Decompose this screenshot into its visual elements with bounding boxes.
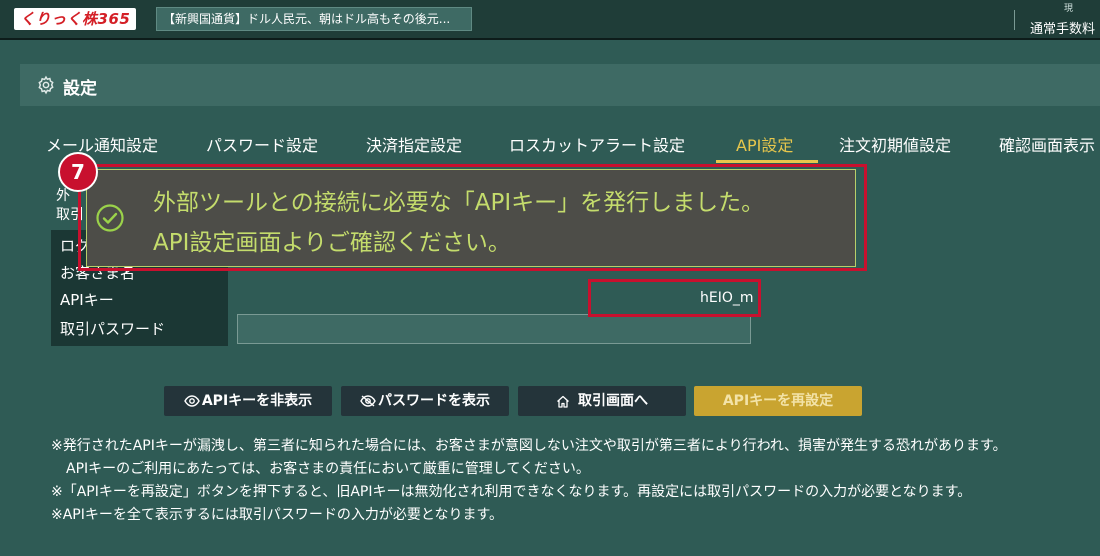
settings-tabs: メール通知設定 パスワード設定 決済指定設定 ロスカットアラート設定 API設定… (0, 128, 1100, 164)
trade-password-input[interactable] (237, 314, 751, 344)
check-circle-icon (96, 204, 124, 232)
api-key-label: APIキー (60, 291, 114, 309)
tab-api-settings[interactable]: API設定 (736, 132, 793, 156)
hide-api-key-label: APIキーを非表示 (201, 393, 313, 409)
eye-icon (184, 395, 200, 407)
tab-mail-notification[interactable]: メール通知設定 (46, 132, 158, 156)
tab-password[interactable]: パスワード設定 (206, 132, 318, 156)
top-divider (1014, 10, 1015, 30)
hide-api-key-button[interactable]: APIキーを非表示 (164, 386, 332, 416)
show-password-button[interactable]: パスワードを表示 (341, 386, 509, 416)
note-manage-key: APIキーのご利用にあたっては、お客さまの責任において厳重に管理してください。 (66, 461, 590, 477)
eye-off-icon (360, 395, 376, 407)
top-right-caption: 現 (1064, 4, 1074, 14)
home-icon (557, 395, 569, 408)
toast-message-line2: API設定画面よりご確認ください。 (153, 230, 511, 256)
step-number-badge: 7 (58, 152, 98, 192)
trade-screen-label: 取引画面へ (578, 393, 648, 409)
api-key-highlight (588, 279, 761, 317)
tab-order-defaults[interactable]: 注文初期値設定 (839, 132, 951, 156)
tab-confirm-display[interactable]: 確認画面表示 (999, 132, 1095, 156)
settings-header: 設定 (20, 64, 1100, 106)
tab-settlement[interactable]: 決済指定設定 (366, 132, 462, 156)
show-password-label: パスワードを表示 (378, 393, 490, 409)
fee-label[interactable]: 通常手数料 (1030, 18, 1095, 37)
trade-screen-button[interactable]: 取引画面へ (518, 386, 686, 416)
tab-losscut-alert[interactable]: ロスカットアラート設定 (509, 132, 685, 156)
note-reset-warning: ※「APIキーを再設定」ボタンを押下すると、旧APIキーは無効化され利用できなく… (51, 484, 972, 500)
brand-logo[interactable]: くりっく株365 (14, 8, 137, 30)
note-show-all: ※APIキーを全て表示するには取引パスワードの入力が必要となります。 (51, 507, 504, 523)
active-tab-indicator (716, 160, 818, 163)
toast-message-line1: 外部ツールとの接続に必要な「APIキー」を発行しました。 (153, 190, 765, 216)
gear-icon (38, 75, 54, 95)
news-ticker[interactable]: 【新興国通貨】ドル人民元、朝はドル高もその後元... (156, 7, 472, 31)
reset-api-key-button[interactable]: APIキーを再設定 (694, 386, 862, 416)
top-bar-divider (0, 38, 1100, 40)
note-leak-warning: ※発行されたAPIキーが漏洩し、第三者に知られた場合には、お客さまが意図しない注… (51, 438, 1007, 454)
trade-password-label: 取引パスワード (60, 320, 166, 338)
page-title: 設定 (63, 79, 97, 99)
